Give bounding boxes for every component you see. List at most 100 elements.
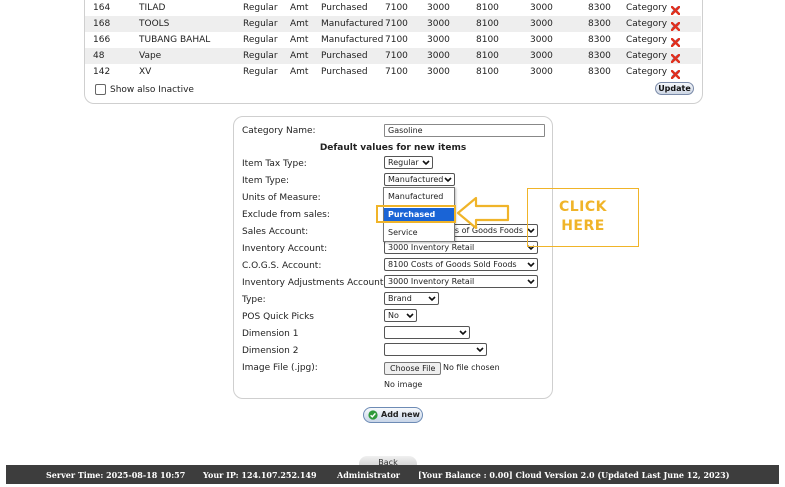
- cell-item-type: Purchased: [321, 51, 368, 61]
- cell-id: 142: [93, 67, 111, 77]
- cell-adjustment-account: 3000: [530, 67, 553, 77]
- cell-actions: Category: [626, 3, 681, 15]
- option-service[interactable]: Service: [384, 226, 454, 240]
- category-name-label: Category Name:: [242, 126, 316, 136]
- cell-inventory-account: 3000: [427, 3, 450, 13]
- delete-icon[interactable]: [671, 54, 681, 63]
- table-row: 166 TUBANG BAHAL Regular Amt Manufacture…: [85, 32, 701, 48]
- pos-quick-picks-select[interactable]: No: [384, 309, 417, 322]
- status-footer: Server Time: 2025-08-18 10:57 Your IP: 1…: [6, 465, 779, 484]
- delete-icon[interactable]: [671, 38, 681, 47]
- category-table: 164 TILAD Regular Amt Purchased 7100 300…: [84, 0, 703, 104]
- cell-sales-account: 7100: [385, 51, 408, 61]
- cell-adjustment-account: 3000: [530, 3, 553, 13]
- cell-tax-type: Regular: [243, 3, 278, 13]
- dimension-1-select[interactable]: [384, 326, 470, 339]
- cell-id: 166: [93, 35, 111, 45]
- add-new-button[interactable]: Add new: [363, 407, 423, 423]
- cell-category: Category: [626, 19, 668, 29]
- chevron-down-icon: [422, 160, 430, 166]
- cell-units: Amt: [290, 67, 309, 77]
- inventory-account-value: 3000 Inventory Retail: [388, 243, 475, 252]
- table-row: 142 XV Regular Amt Purchased 7100 3000 8…: [85, 64, 701, 80]
- chevron-down-icon: [444, 177, 452, 183]
- cell-actions: Category: [626, 19, 681, 31]
- user-role: Administrator: [337, 470, 401, 480]
- units-label: Units of Measure:: [242, 193, 321, 203]
- cogs-account-value: 8100 Costs of Goods Sold Foods: [388, 260, 517, 269]
- category-name-input[interactable]: Gasoline: [384, 124, 545, 137]
- cell-account: 8300: [588, 19, 611, 29]
- cell-inventory-account: 3000: [427, 19, 450, 29]
- cell-item-type: Purchased: [321, 3, 368, 13]
- inventory-adjustments-select[interactable]: 3000 Inventory Retail: [384, 275, 538, 288]
- chevron-down-icon: [406, 313, 414, 319]
- type-select[interactable]: Brand: [384, 292, 439, 305]
- cell-inventory-account: 3000: [427, 51, 450, 61]
- cell-id: 168: [93, 19, 111, 29]
- cell-category: Category: [626, 51, 668, 61]
- cell-category: Category: [626, 35, 668, 45]
- delete-icon[interactable]: [671, 6, 681, 15]
- option-manufactured[interactable]: Manufactured: [384, 190, 454, 204]
- table-row: 168 TOOLS Regular Amt Manufactured 7100 …: [85, 16, 701, 32]
- balance-version: [Your Balance : 0.00] Cloud Version 2.0 …: [418, 470, 730, 480]
- item-tax-type-value: Regular: [388, 158, 419, 167]
- click-here-text: CLICK HERE: [528, 198, 638, 236]
- cell-tax-type: Regular: [243, 67, 278, 77]
- show-inactive-checkbox[interactable]: [95, 84, 106, 95]
- cogs-account-label: C.O.G.S. Account:: [242, 261, 322, 271]
- item-type-select[interactable]: Manufactured: [384, 173, 455, 186]
- user-ip: Your IP: 124.107.252.149: [203, 470, 317, 480]
- cell-name: TILAD: [139, 3, 166, 13]
- choose-file-button[interactable]: Choose File: [384, 362, 442, 375]
- cell-name: TUBANG BAHAL: [139, 35, 211, 45]
- item-tax-type-select[interactable]: Regular: [384, 156, 433, 169]
- chevron-down-icon: [527, 279, 535, 285]
- category-form: Category Name: Gasoline Default values f…: [233, 116, 553, 399]
- cell-name: TOOLS: [139, 19, 170, 29]
- cell-sales-account: 7100: [385, 35, 408, 45]
- cell-actions: Category: [626, 35, 681, 47]
- cell-account: 8300: [588, 67, 611, 77]
- cell-sales-account: 7100: [385, 67, 408, 77]
- inventory-account-label: Inventory Account:: [242, 244, 328, 254]
- update-button[interactable]: Update: [655, 82, 694, 95]
- item-tax-type-label: Item Tax Type:: [242, 159, 307, 169]
- cell-tax-type: Regular: [243, 51, 278, 61]
- inventory-account-select[interactable]: 3000 Inventory Retail: [384, 241, 538, 254]
- server-time: Server Time: 2025-08-18 10:57: [46, 470, 186, 480]
- cell-adjustment-account: 3000: [530, 35, 553, 45]
- delete-icon[interactable]: [671, 22, 681, 31]
- cell-adjustment-account: 3000: [530, 19, 553, 29]
- arrow-left-icon: [456, 196, 510, 230]
- cell-units: Amt: [290, 35, 309, 45]
- cogs-account-select[interactable]: 8100 Costs of Goods Sold Foods: [384, 258, 538, 271]
- cell-id: 164: [93, 3, 111, 13]
- type-label: Type:: [242, 295, 266, 305]
- highlight-box: [376, 205, 456, 223]
- cell-account: 8300: [588, 3, 611, 13]
- dimension-1-label: Dimension 1: [242, 329, 299, 339]
- click-here-callout: CLICK HERE: [527, 188, 639, 247]
- cell-item-type: Manufactured: [321, 35, 384, 45]
- click-text-line1: CLICK: [558, 199, 608, 215]
- cell-cogs-account: 8100: [476, 35, 499, 45]
- cell-name: Vape: [139, 51, 162, 61]
- dimension-2-select[interactable]: [384, 343, 487, 356]
- cell-category: Category: [626, 67, 668, 77]
- cell-cogs-account: 8100: [476, 3, 499, 13]
- cell-units: Amt: [290, 19, 309, 29]
- show-inactive-label: Show also Inactive: [110, 85, 194, 95]
- click-text-line2: HERE: [561, 218, 605, 234]
- cell-actions: Category: [626, 67, 681, 79]
- cell-item-type: Manufactured: [321, 19, 384, 29]
- check-icon: [368, 410, 378, 420]
- chevron-down-icon: [527, 262, 535, 268]
- cell-account: 8300: [588, 51, 611, 61]
- exclude-label: Exclude from sales:: [242, 210, 330, 220]
- dimension-2-label: Dimension 2: [242, 346, 299, 356]
- delete-icon[interactable]: [671, 70, 681, 79]
- cell-inventory-account: 3000: [427, 67, 450, 77]
- cell-account: 8300: [588, 35, 611, 45]
